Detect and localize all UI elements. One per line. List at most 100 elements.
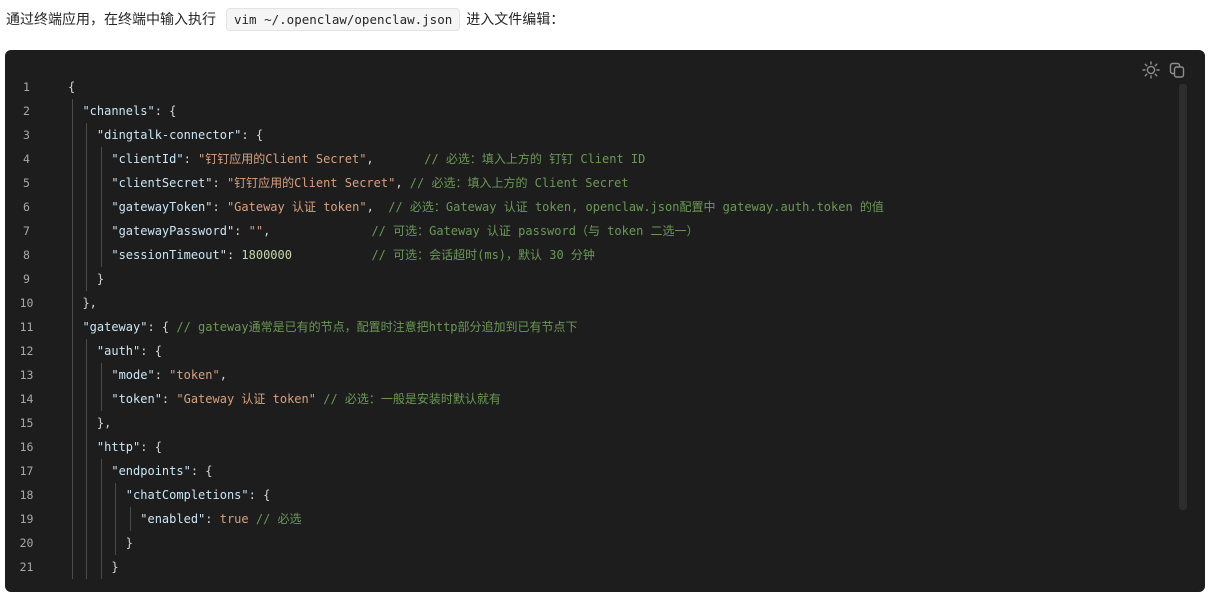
line-number: 15 [19,416,34,430]
indent-guide [100,219,102,243]
code-token: : { [147,320,177,334]
indent-guide [72,315,73,339]
code-token: "Gateway 认证 token" [226,200,367,214]
code-token: // gateway通常是已有的节点，配置时注意把http部分追加到已有节点下 [176,320,578,334]
code-token: : { [248,488,271,502]
code-line: 1{ [5,75,1175,99]
code-token: "token" [111,392,162,406]
indent-guide [86,483,88,507]
code-token: "gatewayToken" [111,200,213,214]
code-line: 7 "gatewayPassword": "", // 可选：Gateway 认证… [5,219,1175,243]
code-token: }, [82,296,97,310]
line-number: 13 [19,368,34,382]
inline-command: vim ~/.openclaw/openclaw.json [226,7,461,31]
indent-guide [100,243,102,267]
indent-guide [86,195,88,219]
code-line: 4 "clientId": "钉钉应用的Client Secret", // 必选… [5,147,1175,171]
code-block: 1{2 "channels": {3 "dingtalk-connector": {… [5,50,1205,592]
indent-guide [100,387,102,411]
code-token: } [111,560,119,574]
indent-guide [72,555,73,579]
indent-guide [100,507,102,531]
code-line: 21} [5,555,1175,579]
code-token: : [205,512,220,526]
code-line: 15}, [5,411,1175,435]
indent-guide [72,363,73,387]
indent-guide [86,171,88,195]
code-text: "http": { [97,435,162,459]
code-token: , [395,176,410,190]
indent-guide [115,507,117,531]
code-lines: 1{2 "channels": {3 "dingtalk-connector": {… [5,75,1175,579]
line-number: 18 [19,488,34,502]
indent-guide [86,531,88,555]
indent-guide [100,147,102,171]
indent-guide [86,507,88,531]
code-token: "channels" [82,104,155,118]
code-token: "mode" [111,368,155,382]
line-number: 21 [19,560,34,574]
code-text: { [68,75,75,99]
code-token: , [366,152,425,166]
code-token: } [96,272,105,286]
code-token: "gateway" [82,320,148,334]
code-token: 1800000 [241,248,292,262]
indent-guide [86,123,88,147]
code-token: "token" [169,368,220,382]
indent-guide [86,147,88,171]
code-token: } [125,536,134,550]
code-text: }, [97,411,111,435]
indent-guide [129,507,131,531]
code-text: "enabled": true // 必选 [140,507,301,531]
indent-guide [72,219,73,243]
indent-guide [100,195,102,219]
line-number: 1 [23,80,30,94]
code-token: , [366,200,389,214]
code-token: : { [190,464,213,478]
line-number: 9 [23,272,30,286]
code-text: "token": "Gateway 认证 token" // 必选：一般是安装时… [111,387,501,411]
code-text: "chatCompletions": { [126,483,271,507]
indent-guide [86,411,88,435]
code-line: 11 "gateway": { // gateway通常是已有的节点，配置时注意把… [5,315,1175,339]
code-line: 12 "auth": { [5,339,1175,363]
code-text: "clientSecret": "钉钉应用的Client Secret", //… [111,171,628,195]
code-token: "dingtalk-connector" [96,128,242,142]
code-text: } [111,555,118,579]
indent-guide [100,363,102,387]
code-token: : [226,248,242,262]
intro-prefix: 通过终端应用，在终端中输入执行 [6,12,216,28]
code-text: }, [82,291,96,315]
code-line: 8 "sessionTimeout": 1800000 // 可选：会话超时(ms… [5,243,1175,267]
code-token: }, [96,416,112,430]
indent-guide [72,123,73,147]
line-number: 5 [23,176,30,190]
indent-guide [86,243,88,267]
code-token: "" [248,224,264,238]
line-number: 19 [19,512,34,526]
code-line: 13 "mode": "token", [5,363,1175,387]
indent-guide [86,267,88,291]
code-text: } [97,267,104,291]
code-token: // 必选：填入上方的 钉钉 Client ID [424,152,646,166]
indent-guide [86,339,88,363]
code-token: true [219,512,249,526]
indent-guide [100,483,102,507]
code-text: "gateway": { // gateway通常是已有的节点，配置时注意把ht… [82,315,577,339]
indent-guide [100,459,102,483]
vertical-scrollbar[interactable] [1179,84,1187,510]
indent-guide [72,267,73,291]
code-token: // 必选 [255,512,302,526]
code-token: : { [140,344,162,358]
code-line: 20} [5,531,1175,555]
code-line: 3 "dingtalk-connector": { [5,123,1175,147]
indent-guide [72,99,73,123]
indent-guide [86,387,88,411]
indent-guide [86,555,88,579]
intro-paragraph: 通过终端应用，在终端中输入执行 vim ~/.openclaw/openclaw… [6,6,564,32]
code-token: "sessionTimeout" [111,248,227,262]
code-token: "http" [96,440,141,454]
code-token: : [212,200,227,214]
code-token: // 可选：Gateway 认证 password（与 token 二选一） [371,224,699,238]
